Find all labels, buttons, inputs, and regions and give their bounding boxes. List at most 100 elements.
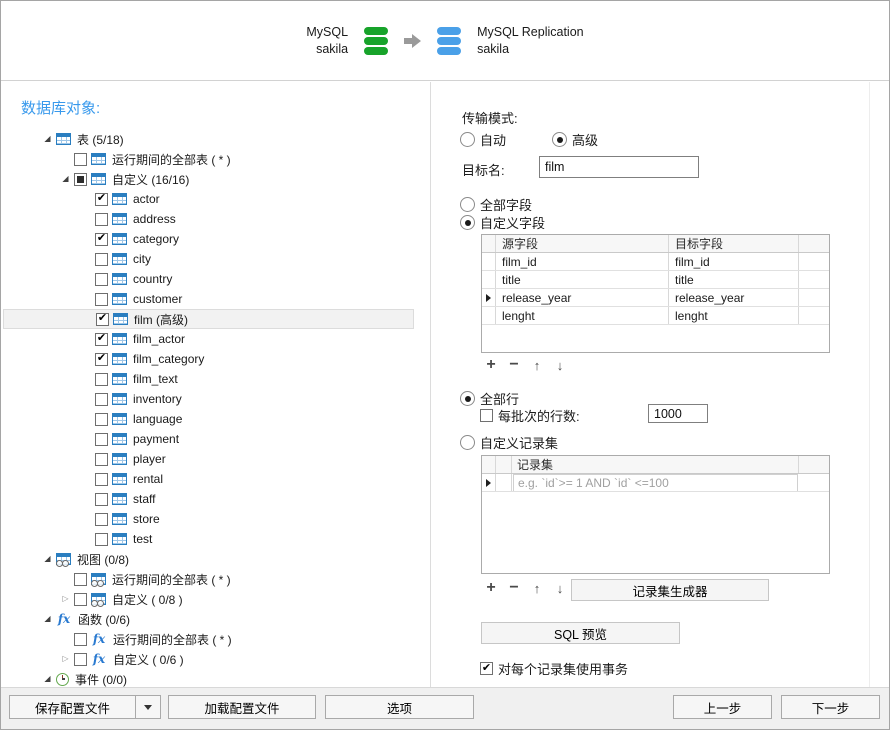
tree-checkbox[interactable]: [95, 233, 108, 246]
tree-checkbox[interactable]: [95, 213, 108, 226]
batch-rows-checkbox[interactable]: [480, 409, 493, 422]
expander-expanded-icon[interactable]: [39, 615, 56, 623]
tree-item-test[interactable]: test: [3, 529, 414, 549]
tree-item-自定义-0-8[interactable]: 自定义 ( 0/8 ): [3, 589, 414, 609]
tree-item-country[interactable]: country: [3, 269, 414, 289]
add-icon[interactable]: [483, 357, 499, 373]
tree-checkbox[interactable]: [95, 273, 108, 286]
expander-collapsed-icon[interactable]: [57, 655, 74, 663]
radio-fields-all[interactable]: [460, 197, 475, 212]
source-field-cell[interactable]: lenght: [496, 307, 669, 324]
transaction-option[interactable]: 对每个记录集使用事务: [480, 659, 628, 678]
remove-icon[interactable]: [506, 580, 522, 596]
radio-fields-custom[interactable]: [460, 215, 475, 230]
field-row[interactable]: lenghtlenght: [482, 307, 829, 325]
tree-checkbox[interactable]: [95, 253, 108, 266]
tree-checkbox[interactable]: [95, 473, 108, 486]
tree-item-运行期间的全部表[interactable]: fx运行期间的全部表 ( * ): [3, 629, 414, 649]
tree-item-函数-0-6[interactable]: fx函数 (0/6): [3, 609, 414, 629]
tree-checkbox[interactable]: [95, 193, 108, 206]
tree-item-事件-0-0[interactable]: 事件 (0/0): [3, 669, 414, 689]
tree-checkbox[interactable]: [95, 453, 108, 466]
tree-item-运行期间的全部表[interactable]: 运行期间的全部表 ( * ): [3, 569, 414, 589]
tree-checkbox[interactable]: [95, 433, 108, 446]
tree-item-film_category[interactable]: film_category: [3, 349, 414, 369]
tree-checkbox[interactable]: [95, 493, 108, 506]
tree-checkbox[interactable]: [95, 293, 108, 306]
chevron-down-icon[interactable]: [135, 696, 160, 718]
radio-rows-all[interactable]: [460, 391, 475, 406]
tree-item-inventory[interactable]: inventory: [3, 389, 414, 409]
move-up-icon[interactable]: [529, 580, 545, 596]
tree-item-自定义-0-6[interactable]: fx自定义 ( 0/6 ): [3, 649, 414, 669]
expander-expanded-icon[interactable]: [39, 555, 56, 563]
tree-checkbox[interactable]: [74, 173, 87, 186]
sql-preview-button[interactable]: SQL 预览: [481, 622, 680, 644]
move-down-icon[interactable]: [552, 580, 568, 596]
field-row[interactable]: release_yearrelease_year: [482, 289, 829, 307]
tree-checkbox[interactable]: [95, 373, 108, 386]
tree-item-film_text[interactable]: film_text: [3, 369, 414, 389]
tree-item-表-5-18[interactable]: 表 (5/18): [3, 129, 414, 149]
target-field-cell[interactable]: release_year: [669, 289, 799, 306]
next-step-button[interactable]: 下一步: [781, 695, 880, 719]
radio-advanced[interactable]: [552, 132, 567, 147]
radio-custom-recordset[interactable]: [460, 435, 475, 450]
fields-all-option[interactable]: 全部字段: [460, 195, 532, 214]
tree-checkbox[interactable]: [74, 153, 87, 166]
source-field-cell[interactable]: title: [496, 271, 669, 288]
tree-checkbox[interactable]: [74, 593, 87, 606]
tree-item-film_actor[interactable]: film_actor: [3, 329, 414, 349]
radio-auto[interactable]: [460, 132, 475, 147]
tree-checkbox[interactable]: [95, 533, 108, 546]
tree-checkbox[interactable]: [74, 573, 87, 586]
tree-item-customer[interactable]: customer: [3, 289, 414, 309]
target-name-input[interactable]: [539, 156, 699, 178]
tree-checkbox[interactable]: [95, 333, 108, 346]
tree-item-film-高级[interactable]: film (高级): [3, 309, 414, 329]
tree-item-city[interactable]: city: [3, 249, 414, 269]
expander-expanded-icon[interactable]: [39, 135, 56, 143]
source-field-cell[interactable]: film_id: [496, 253, 669, 270]
save-profile-button[interactable]: 保存配置文件: [9, 695, 161, 719]
tree-item-category[interactable]: category: [3, 229, 414, 249]
batch-rows-option[interactable]: 每批次的行数:: [480, 406, 580, 425]
tree-item-运行期间的全部表[interactable]: 运行期间的全部表 ( * ): [3, 149, 414, 169]
options-button[interactable]: 选项: [325, 695, 474, 719]
tree-checkbox[interactable]: [95, 413, 108, 426]
field-mapping-table[interactable]: 源字段 目标字段 film_idfilm_idtitletitlerelease…: [481, 234, 830, 353]
field-row[interactable]: film_idfilm_id: [482, 253, 829, 271]
tree-item-player[interactable]: player: [3, 449, 414, 469]
tree-item-视图-0-8[interactable]: 视图 (0/8): [3, 549, 414, 569]
batch-rows-input[interactable]: [648, 404, 708, 423]
target-field-cell[interactable]: title: [669, 271, 799, 288]
add-icon[interactable]: [483, 580, 499, 596]
tree-checkbox[interactable]: [96, 313, 109, 326]
target-field-cell[interactable]: lenght: [669, 307, 799, 324]
tree-item-store[interactable]: store: [3, 509, 414, 529]
tree-item-address[interactable]: address: [3, 209, 414, 229]
source-field-cell[interactable]: release_year: [496, 289, 669, 306]
tree-checkbox[interactable]: [95, 393, 108, 406]
custom-recordset-option[interactable]: 自定义记录集: [460, 433, 558, 452]
previous-step-button[interactable]: 上一步: [673, 695, 772, 719]
mode-auto-option[interactable]: 自动: [460, 130, 506, 149]
tree-item-rental[interactable]: rental: [3, 469, 414, 489]
tree-item-actor[interactable]: actor: [3, 189, 414, 209]
tree-checkbox[interactable]: [74, 653, 87, 666]
target-field-cell[interactable]: film_id: [669, 253, 799, 270]
recordset-table[interactable]: 记录集 e.g. `id`>= 1 AND `id` <=100: [481, 455, 830, 574]
expander-collapsed-icon[interactable]: [57, 595, 74, 603]
transaction-checkbox[interactable]: [480, 662, 493, 675]
move-up-icon[interactable]: [529, 357, 545, 373]
tree-item-payment[interactable]: payment: [3, 429, 414, 449]
recordset-cell[interactable]: e.g. `id`>= 1 AND `id` <=100: [512, 474, 799, 491]
recordset-builder-button[interactable]: 记录集生成器: [571, 579, 769, 601]
tree-item-自定义-16-16[interactable]: 自定义 (16/16): [3, 169, 414, 189]
tree-item-staff[interactable]: staff: [3, 489, 414, 509]
expander-expanded-icon[interactable]: [57, 175, 74, 183]
tree-checkbox[interactable]: [95, 513, 108, 526]
expander-expanded-icon[interactable]: [39, 675, 56, 683]
load-profile-button[interactable]: 加载配置文件: [168, 695, 316, 719]
move-down-icon[interactable]: [552, 357, 568, 373]
